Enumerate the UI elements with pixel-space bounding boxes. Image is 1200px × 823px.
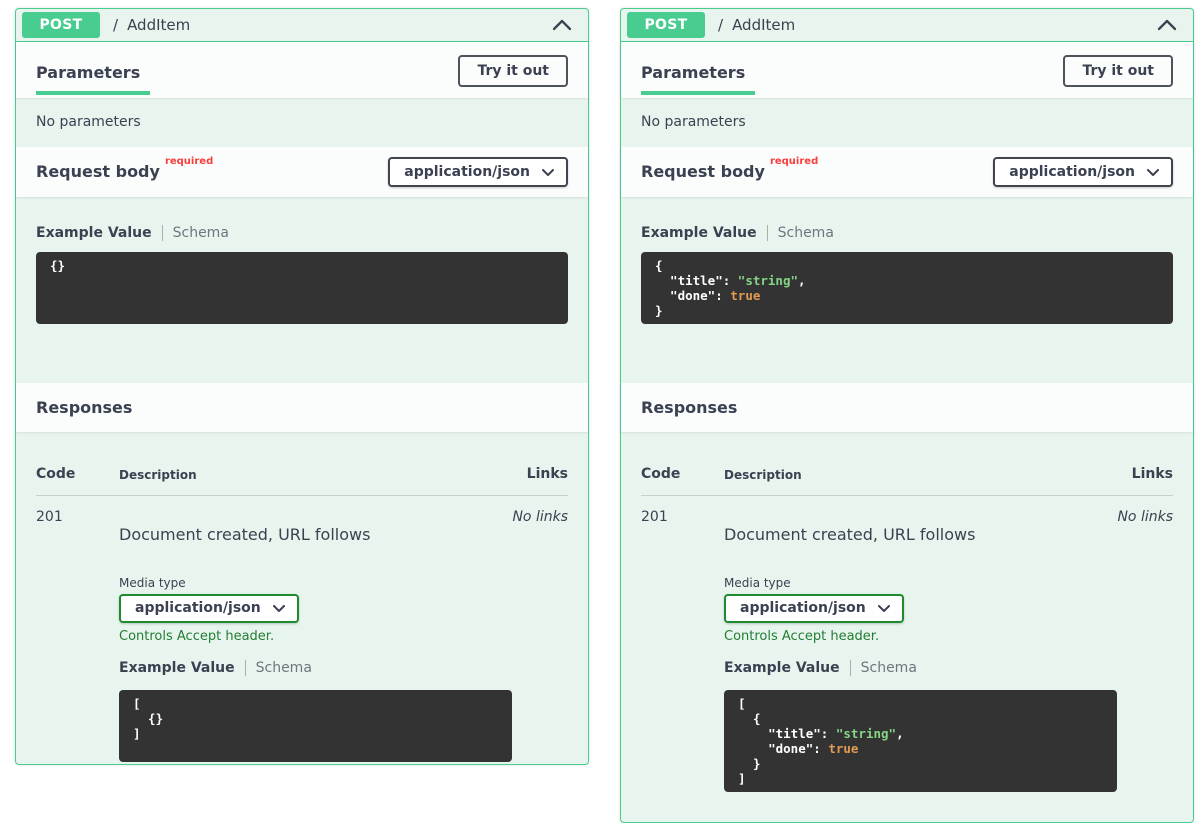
- col-links: Links: [527, 466, 568, 483]
- parameters-header: Parameters Try it out: [16, 42, 588, 98]
- chevron-down-icon: [273, 605, 285, 612]
- tab-divider: [162, 225, 163, 241]
- operation-panel: POST / AddItem Parameters Try it out No …: [620, 8, 1194, 823]
- path-slash: /: [113, 16, 118, 34]
- responses-header: Responses: [621, 383, 1193, 432]
- example-tabs: Example Value Schema: [119, 660, 512, 676]
- request-body-label: Request bodyrequired: [641, 162, 818, 181]
- response-code: 201: [641, 509, 724, 792]
- required-badge: required: [770, 156, 818, 167]
- operation-summary[interactable]: POST / AddItem: [16, 9, 588, 42]
- request-content-type-select[interactable]: application/json: [993, 157, 1173, 187]
- response-description: Document created, URL follows: [724, 525, 1117, 544]
- response-links: No links: [1117, 509, 1173, 792]
- media-type-value: application/json: [740, 600, 866, 617]
- path-name: AddItem: [127, 16, 190, 34]
- request-example-section: Example Value Schema { "title": "string"…: [621, 197, 1193, 383]
- no-parameters-text: No parameters: [16, 98, 588, 147]
- parameters-header: Parameters Try it out: [621, 42, 1193, 98]
- example-tabs: Example Value Schema: [641, 225, 1173, 241]
- accept-header-note: Controls Accept header.: [724, 629, 1117, 645]
- media-type-label: Media type: [119, 576, 512, 590]
- parameters-title: Parameters: [641, 42, 755, 95]
- request-content-type-value: application/json: [404, 164, 530, 181]
- request-body-header: Request bodyrequired application/json: [621, 147, 1193, 197]
- media-type-value: application/json: [135, 600, 261, 617]
- media-type-label: Media type: [724, 576, 1117, 590]
- col-code: Code: [641, 466, 724, 483]
- response-row: 201 Document created, URL follows Media …: [641, 496, 1173, 792]
- responses-table: Code Description Links 201 Document crea…: [16, 432, 588, 762]
- required-badge: required: [165, 156, 213, 167]
- tab-divider: [767, 225, 768, 241]
- try-it-out-button[interactable]: Try it out: [458, 55, 568, 87]
- responses-title: Responses: [36, 398, 132, 417]
- chevron-up-icon[interactable]: [552, 19, 572, 31]
- chevron-down-icon: [1147, 169, 1159, 176]
- operation-body: Parameters Try it out No parameters Requ…: [16, 42, 588, 762]
- response-description: Document created, URL follows: [119, 525, 512, 544]
- example-tabs: Example Value Schema: [36, 225, 568, 241]
- tab-schema[interactable]: Schema: [861, 660, 917, 677]
- tab-divider: [850, 660, 851, 676]
- tab-example-value[interactable]: Example Value: [641, 225, 757, 242]
- tab-example-value[interactable]: Example Value: [36, 225, 152, 242]
- chevron-up-icon[interactable]: [1157, 19, 1177, 31]
- responses-table-head: Code Description Links: [36, 432, 568, 496]
- operation-path: / AddItem: [718, 16, 795, 34]
- tab-schema[interactable]: Schema: [778, 225, 834, 242]
- col-code: Code: [36, 466, 119, 483]
- request-body-label-text: Request body: [641, 162, 765, 181]
- media-type-select[interactable]: application/json: [119, 594, 299, 623]
- request-body-label-text: Request body: [36, 162, 160, 181]
- method-badge: POST: [627, 12, 705, 39]
- operation-body: Parameters Try it out No parameters Requ…: [621, 42, 1193, 792]
- request-body-label: Request bodyrequired: [36, 162, 213, 181]
- example-tabs: Example Value Schema: [724, 660, 1117, 676]
- tab-example-value[interactable]: Example Value: [119, 660, 235, 677]
- response-links: No links: [512, 509, 568, 762]
- col-description: Description: [119, 468, 527, 482]
- no-parameters-text: No parameters: [621, 98, 1193, 147]
- response-description-cell: Document created, URL follows Media type…: [724, 509, 1117, 792]
- accept-header-note: Controls Accept header.: [119, 629, 512, 645]
- request-example-code: {}: [36, 252, 568, 324]
- responses-table: Code Description Links 201 Document crea…: [621, 432, 1193, 792]
- parameters-title: Parameters: [36, 42, 150, 95]
- tab-schema[interactable]: Schema: [256, 660, 312, 677]
- responses-title: Responses: [641, 398, 737, 417]
- operation-panel: POST / AddItem Parameters Try it out No …: [15, 8, 589, 765]
- tab-divider: [245, 660, 246, 676]
- request-content-type-select[interactable]: application/json: [388, 157, 568, 187]
- response-row: 201 Document created, URL follows Media …: [36, 496, 568, 762]
- path-slash: /: [718, 16, 723, 34]
- request-example-code: { "title": "string", "done": true}: [641, 252, 1173, 324]
- request-content-type-value: application/json: [1009, 164, 1135, 181]
- responses-table-head: Code Description Links: [641, 432, 1173, 496]
- path-name: AddItem: [732, 16, 795, 34]
- response-code: 201: [36, 509, 119, 762]
- tab-schema[interactable]: Schema: [173, 225, 229, 242]
- request-example-section: Example Value Schema {}: [16, 197, 588, 383]
- col-description: Description: [724, 468, 1132, 482]
- media-type-select[interactable]: application/json: [724, 594, 904, 623]
- response-example-code: [ {}]: [119, 690, 512, 762]
- operation-path: / AddItem: [113, 16, 190, 34]
- response-description-cell: Document created, URL follows Media type…: [119, 509, 512, 762]
- method-badge: POST: [22, 12, 100, 39]
- operation-summary[interactable]: POST / AddItem: [621, 9, 1193, 42]
- tab-example-value[interactable]: Example Value: [724, 660, 840, 677]
- response-example-code: [ { "title": "string", "done": true }]: [724, 690, 1117, 792]
- try-it-out-button[interactable]: Try it out: [1063, 55, 1173, 87]
- request-body-header: Request bodyrequired application/json: [16, 147, 588, 197]
- responses-header: Responses: [16, 383, 588, 432]
- chevron-down-icon: [542, 169, 554, 176]
- chevron-down-icon: [878, 605, 890, 612]
- col-links: Links: [1132, 466, 1173, 483]
